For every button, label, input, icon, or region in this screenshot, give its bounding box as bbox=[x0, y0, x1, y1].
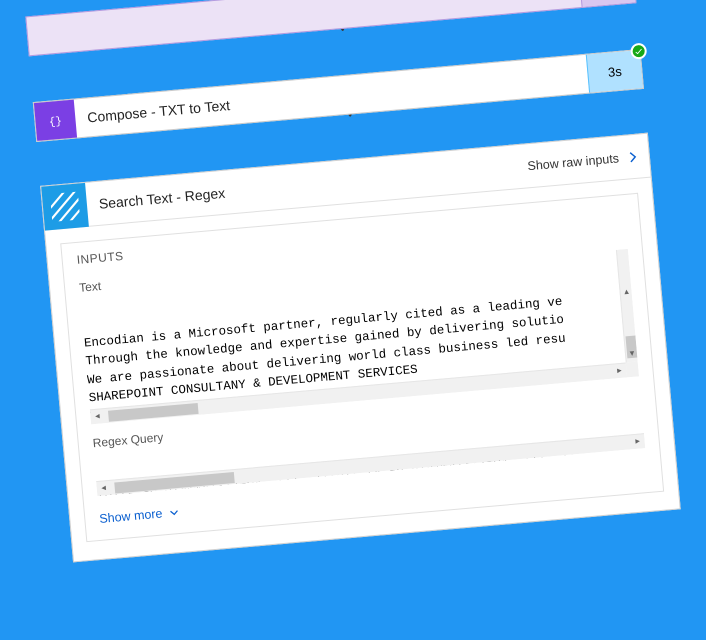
flow-step-compose[interactable]: {} Compose - TXT to Text 3s bbox=[33, 49, 644, 142]
flow-step-prev[interactable]: 0s bbox=[25, 0, 636, 56]
flow-step-search-regex: Search Text - Regex Show raw inputs INPU… bbox=[40, 133, 681, 563]
success-check-icon bbox=[630, 43, 647, 60]
scroll-handle[interactable] bbox=[108, 403, 199, 422]
show-raw-inputs-link[interactable]: Show raw inputs bbox=[527, 150, 626, 172]
step-title: Compose - TXT to Text bbox=[75, 66, 588, 127]
step-duration: 0s bbox=[578, 0, 635, 7]
scroll-up-icon[interactable]: ▴ bbox=[620, 285, 633, 300]
scroll-handle[interactable] bbox=[114, 472, 235, 493]
encodian-connector-icon bbox=[41, 182, 89, 230]
scroll-down-icon[interactable]: ▾ bbox=[626, 347, 639, 362]
chevron-right-icon[interactable] bbox=[624, 148, 649, 164]
scroll-left-icon[interactable]: ◂ bbox=[96, 481, 111, 496]
scroll-left-icon[interactable]: ◂ bbox=[90, 409, 105, 424]
scroll-right-icon[interactable]: ▸ bbox=[612, 363, 627, 379]
chevron-down-icon bbox=[168, 506, 181, 519]
compose-icon: {} bbox=[34, 100, 77, 141]
svg-text:{}: {} bbox=[49, 116, 63, 129]
scroll-right-icon[interactable]: ▸ bbox=[630, 434, 645, 450]
